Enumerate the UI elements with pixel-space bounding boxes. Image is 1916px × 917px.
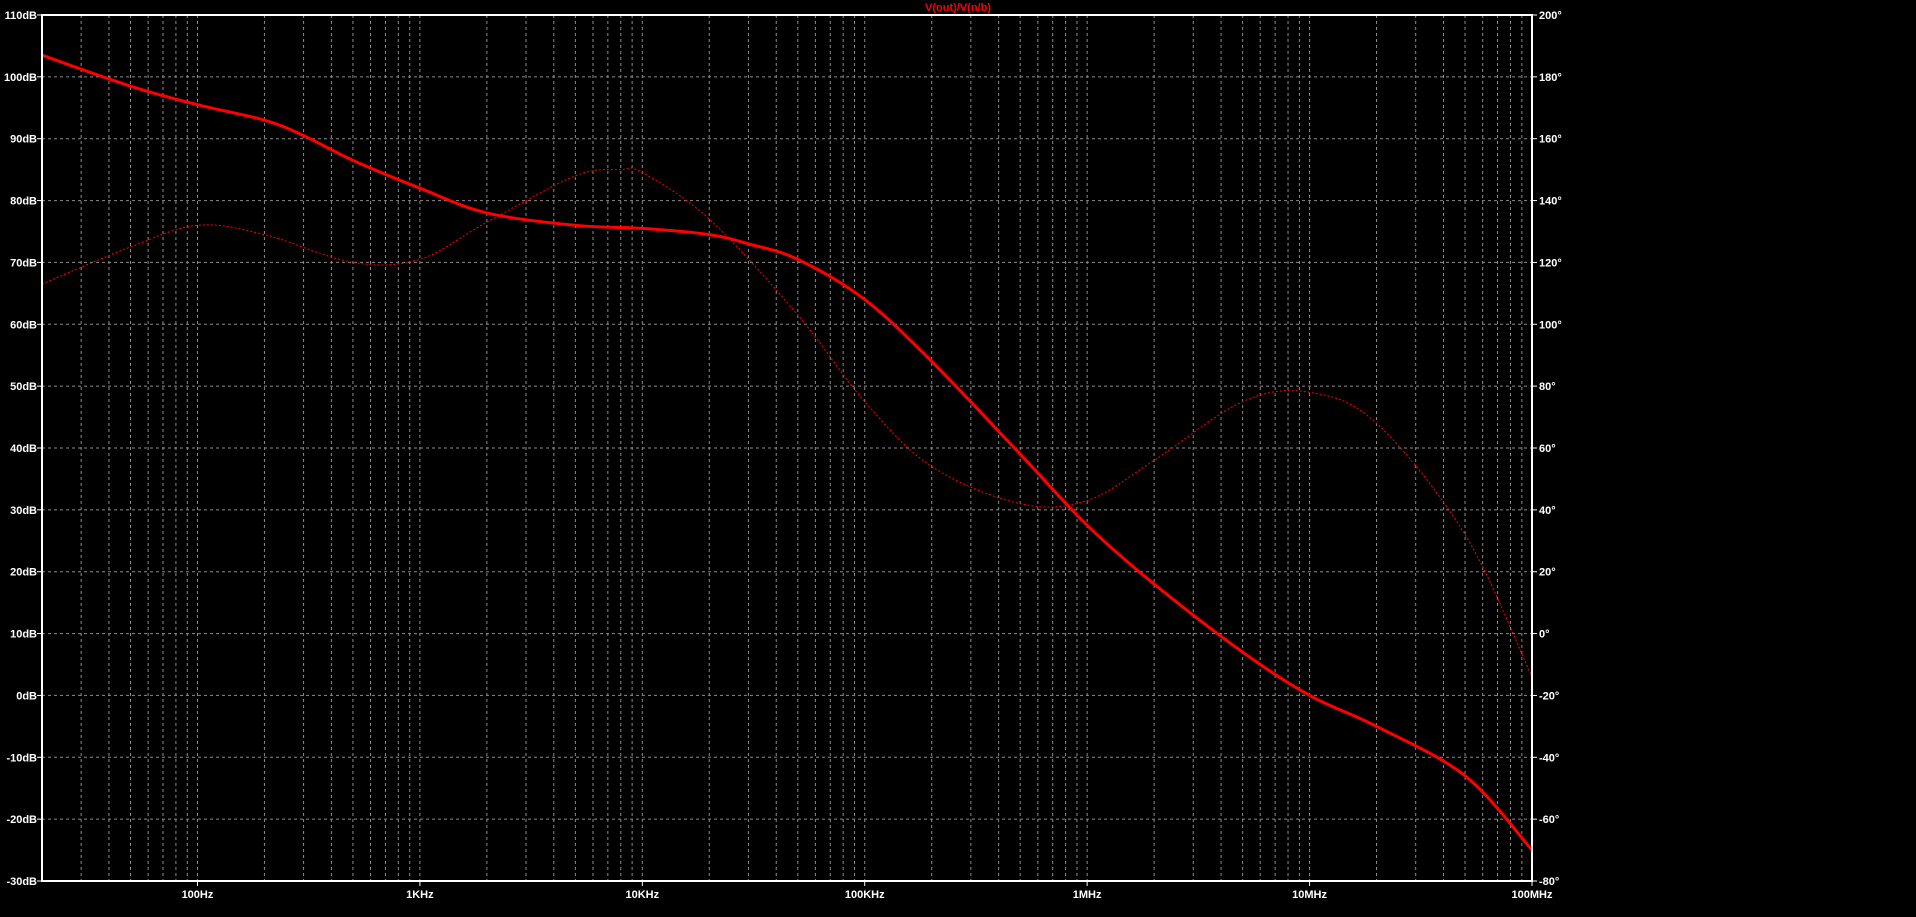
y-left-tick-label: -30dB	[6, 876, 37, 888]
y-right-tick-label: 160°	[1539, 134, 1562, 146]
y-right-tick-label: 120°	[1539, 257, 1562, 269]
y-right-tick-label: 0°	[1539, 629, 1550, 641]
y-left-tick-label: 20dB	[10, 567, 37, 579]
bode-plot: 110dB 100dB 90dB 80dB 70dB 60dB 50dB 40dB 30dB 20…	[0, 0, 1916, 917]
y-left-tick-label: 100dB	[4, 72, 37, 84]
y-right-tick-label: 80°	[1539, 381, 1556, 393]
y-right-tick-label: 100°	[1539, 319, 1562, 331]
y-right-tick-label: -80°	[1539, 876, 1559, 888]
y-left-tick-label: -10dB	[6, 752, 37, 764]
x-tick-label: 1MHz	[1073, 889, 1102, 901]
y-left-tick-label: 0dB	[16, 690, 37, 702]
y-right-tick-label: 60°	[1539, 443, 1556, 455]
y-right-tick-label: -20°	[1539, 690, 1559, 702]
y-right-tick-label: 20°	[1539, 567, 1556, 579]
y-left-tick-label: -20dB	[6, 814, 37, 826]
x-tick-label: 100MHz	[1512, 889, 1553, 901]
y-left-tick-label: 10dB	[10, 629, 37, 641]
chart-title: V(out)/V(n/b)	[925, 2, 991, 14]
y-right-tick-label: 180°	[1539, 72, 1562, 84]
y-right-tick-label: 200°	[1539, 10, 1562, 22]
y-left-tick-label: 80dB	[10, 196, 37, 208]
y-right-tick-label: -60°	[1539, 814, 1559, 826]
y-right-tick-label: -40°	[1539, 752, 1559, 764]
x-tick-label: 100Hz	[182, 889, 214, 901]
x-tick-label: 10KHz	[625, 889, 659, 901]
y-left-tick-label: 90dB	[10, 134, 37, 146]
y-left-tick-label: 40dB	[10, 443, 37, 455]
y-left-tick-label: 50dB	[10, 381, 37, 393]
x-tick-label: 10MHz	[1292, 889, 1327, 901]
x-tick-label: 100KHz	[845, 889, 885, 901]
y-left-tick-label: 70dB	[10, 257, 37, 269]
y-right-tick-label: 40°	[1539, 505, 1556, 517]
y-left-tick-label: 30dB	[10, 505, 37, 517]
y-left-tick-label: 110dB	[5, 10, 37, 22]
y-right-tick-label: 140°	[1539, 196, 1562, 208]
x-tick-label: 1KHz	[406, 889, 434, 901]
y-left-tick-label: 60dB	[10, 319, 37, 331]
